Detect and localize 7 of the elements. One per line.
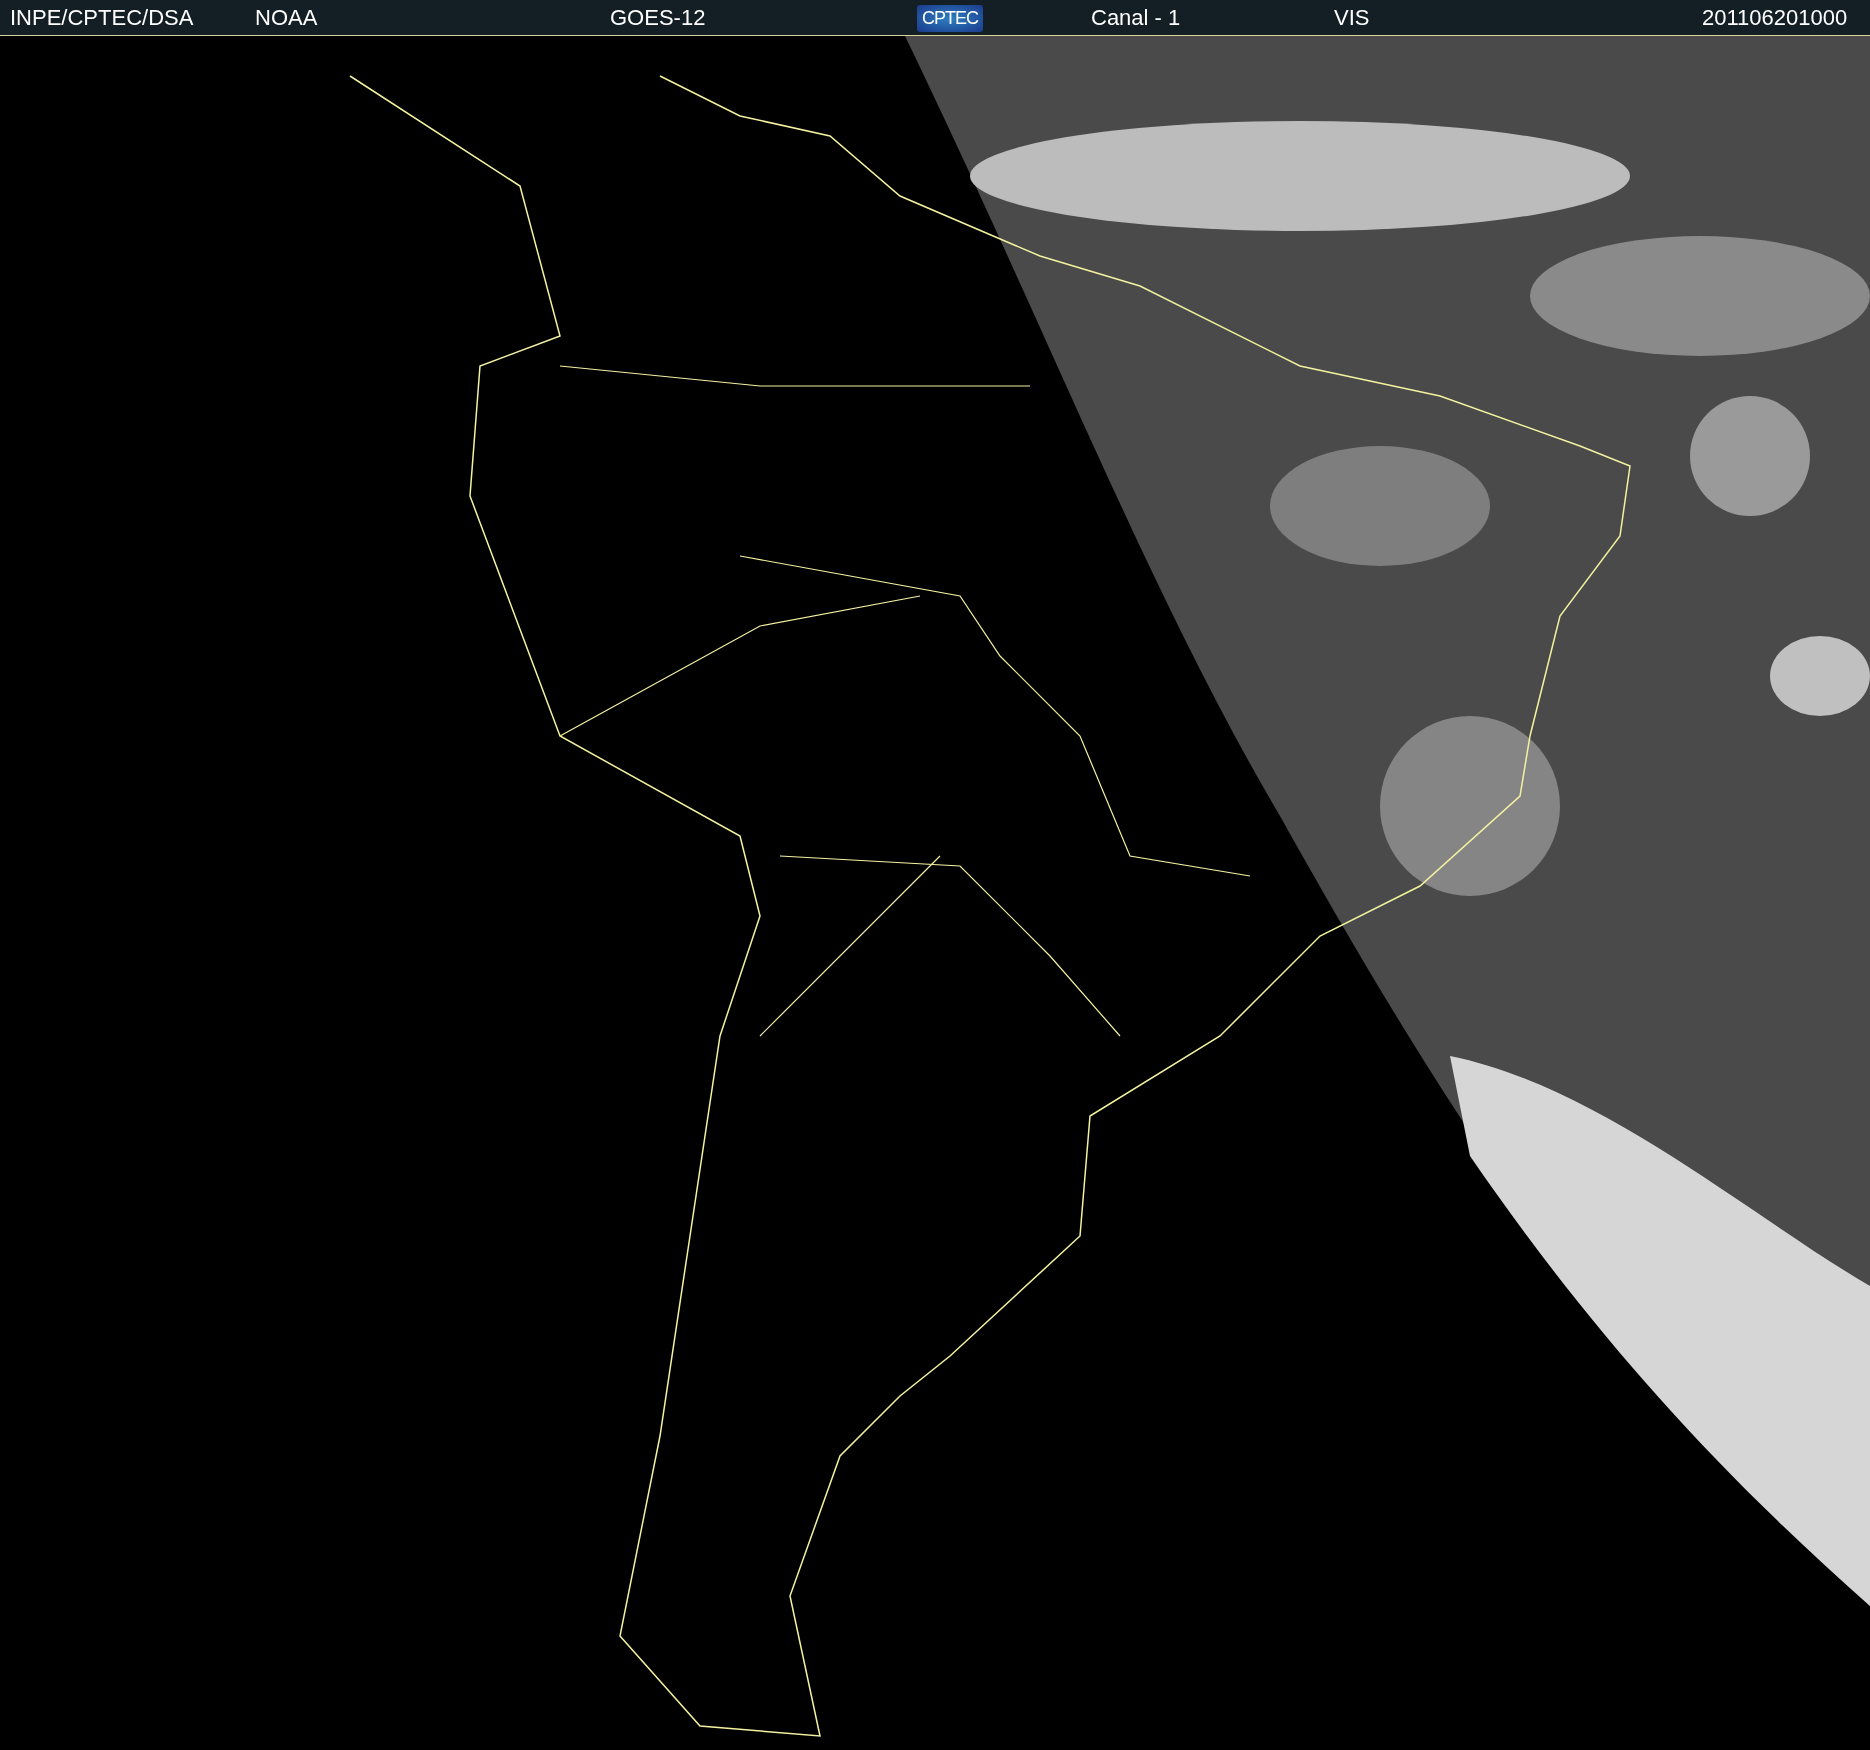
logo-badge: CPTEC: [917, 4, 983, 32]
band-label: VIS: [1334, 4, 1370, 31]
channel-label: Canal - 1: [1091, 4, 1181, 31]
satellite-label: GOES-12: [610, 4, 706, 31]
agency-label: NOAA: [255, 4, 318, 31]
timestamp-label: 201106201000: [1702, 4, 1848, 31]
source-label: INPE/CPTEC/DSA: [10, 4, 194, 31]
